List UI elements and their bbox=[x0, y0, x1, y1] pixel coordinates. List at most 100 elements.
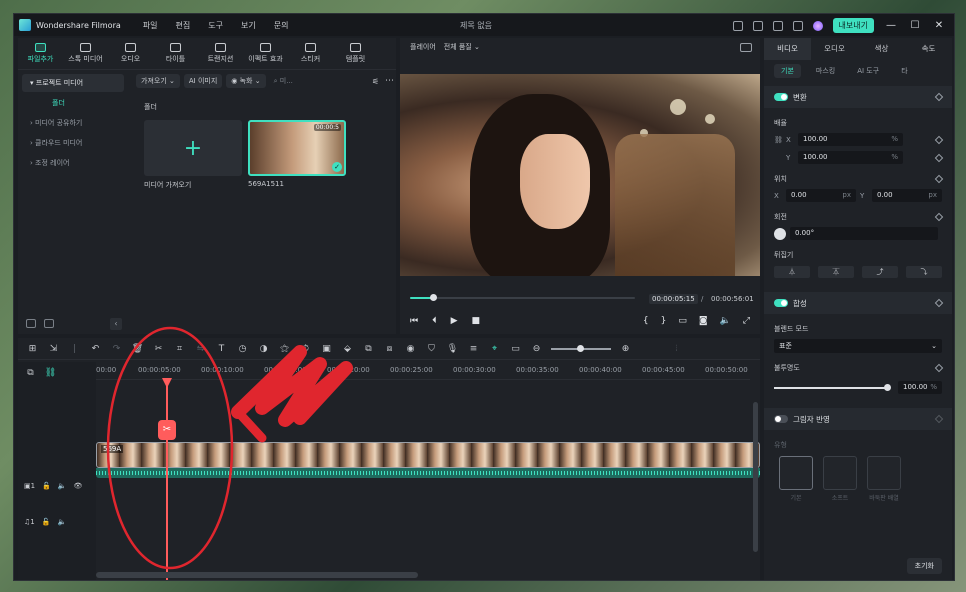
media-clip-card[interactable]: 00:00:5 ✓ 569A1511 bbox=[248, 120, 346, 190]
frame-icon[interactable]: ▣ bbox=[320, 344, 333, 354]
timer-icon[interactable]: ⏱ bbox=[299, 344, 312, 354]
progress-knob[interactable] bbox=[429, 294, 437, 301]
keyframe-icon[interactable] bbox=[934, 298, 944, 308]
zoom-knob[interactable] bbox=[577, 344, 584, 352]
speaker-icon[interactable]: 🔈 bbox=[57, 518, 66, 526]
collapse-sidebar-button[interactable]: ‹ bbox=[110, 318, 122, 330]
display-icon[interactable]: ▭ bbox=[678, 316, 687, 326]
project-title[interactable]: 제목 없음 bbox=[460, 20, 492, 31]
tab-video[interactable]: 비디오 bbox=[764, 38, 811, 60]
stop-icon[interactable]: ■ bbox=[472, 316, 481, 326]
transform-toggle[interactable] bbox=[774, 93, 788, 101]
playback-progress[interactable] bbox=[410, 294, 635, 301]
fullscreen-icon[interactable]: ⤢ bbox=[743, 316, 750, 326]
volume-icon[interactable]: 🔈 bbox=[720, 316, 731, 326]
record-dropdown[interactable]: ◉ 녹화 ⌄ bbox=[226, 74, 266, 88]
undo-icon[interactable]: ↶ bbox=[89, 344, 102, 354]
rotate-left-icon[interactable]: ⤴ bbox=[862, 266, 898, 278]
menu-view[interactable]: 보기 bbox=[241, 20, 256, 31]
tab-stickers[interactable]: 스티커 bbox=[288, 38, 333, 69]
redo-icon[interactable]: ↷ bbox=[110, 344, 123, 354]
ai-tool-icon[interactable]: ⚝ bbox=[278, 344, 291, 354]
shadow-type-basic[interactable]: 기본 bbox=[779, 456, 813, 502]
mic-icon[interactable]: 🎙 bbox=[446, 344, 459, 354]
more-icon[interactable]: ⋯ bbox=[383, 76, 396, 86]
keyframe-icon[interactable] bbox=[934, 174, 944, 184]
playhead[interactable] bbox=[166, 380, 168, 580]
tab-templates[interactable]: 템플릿 bbox=[333, 38, 378, 69]
horizontal-scrollbar[interactable] bbox=[96, 572, 418, 578]
tab-import[interactable]: 파일추가 bbox=[18, 38, 63, 69]
shadow-toggle[interactable] bbox=[774, 415, 788, 423]
filter-icon[interactable]: ⚟ bbox=[372, 77, 379, 86]
sidebar-item-project-media[interactable]: ▾ 프로젝트 미디어 bbox=[22, 74, 124, 92]
sidebar-item-folder[interactable]: 폴더 bbox=[18, 94, 128, 112]
folder-icon[interactable] bbox=[44, 319, 54, 328]
menu-tools[interactable]: 도구 bbox=[208, 20, 223, 31]
avatar[interactable] bbox=[812, 20, 823, 31]
subtab-ai-tools[interactable]: AI 도구 bbox=[850, 64, 886, 78]
keyframe-icon[interactable] bbox=[934, 414, 944, 424]
delete-icon[interactable]: 🗑 bbox=[131, 344, 144, 354]
link-icon[interactable]: ⛓ bbox=[44, 368, 57, 378]
zoom-slider[interactable] bbox=[551, 344, 611, 352]
eye-icon[interactable]: 👁 bbox=[74, 482, 83, 490]
sidebar-item-cloud[interactable]: › 클라우드 미디어 bbox=[22, 134, 124, 152]
menu-edit[interactable]: 편집 bbox=[176, 20, 191, 31]
zoom-out-icon[interactable]: ⊖ bbox=[530, 344, 543, 354]
quality-dropdown[interactable]: 전체 품질 ⌄ bbox=[444, 42, 480, 52]
tab-transitions[interactable]: 트랜지션 bbox=[198, 38, 243, 69]
tab-speed[interactable]: 속도 bbox=[905, 38, 952, 60]
position-y-field[interactable]: 0.00 px bbox=[872, 189, 942, 202]
flip-horizontal-icon[interactable]: ⏃ bbox=[774, 266, 810, 278]
ai-image-button[interactable]: AI 이미지 bbox=[183, 74, 223, 88]
zoom-in-icon[interactable]: ⊕ bbox=[619, 344, 632, 354]
magnet-icon[interactable]: ⌖ bbox=[488, 344, 501, 354]
tab-stock-media[interactable]: 스톡 미디어 bbox=[63, 38, 108, 69]
sidebar-item-adjustment[interactable]: › 조정 레이어 bbox=[22, 154, 124, 172]
speed-icon[interactable]: ◷ bbox=[236, 344, 249, 354]
layout-icon[interactable] bbox=[732, 20, 743, 31]
crop-icon[interactable]: ⌗ bbox=[173, 344, 186, 354]
close-icon[interactable]: ✕ bbox=[932, 20, 946, 31]
add-track-icon[interactable]: ⧉ bbox=[24, 368, 37, 378]
text-tool-icon[interactable]: T bbox=[215, 344, 228, 354]
freeze-icon[interactable]: ⧈ bbox=[383, 344, 396, 354]
maximize-icon[interactable]: ☐ bbox=[908, 20, 922, 31]
menu-file[interactable]: 파일 bbox=[143, 20, 158, 31]
shadow-type-tiled[interactable]: 바둑판 배열 bbox=[867, 456, 901, 502]
clip-audio-waveform[interactable] bbox=[96, 468, 760, 478]
transition-tool-icon[interactable]: ⇋ bbox=[194, 344, 207, 354]
new-folder-icon[interactable] bbox=[26, 319, 36, 328]
render-icon[interactable]: ◉ bbox=[404, 344, 417, 354]
search-input[interactable]: ⌕ 미... bbox=[274, 76, 293, 86]
snapshot-view-icon[interactable] bbox=[740, 43, 752, 52]
shield-icon[interactable]: ⛉ bbox=[425, 344, 438, 354]
playhead-scissors-icon[interactable]: ✂ bbox=[158, 420, 176, 440]
video-preview[interactable] bbox=[400, 74, 760, 276]
import-media-card[interactable]: + 미디어 가져오기 bbox=[144, 120, 242, 190]
rotation-dial[interactable] bbox=[774, 227, 786, 240]
pip-icon[interactable]: ▭ bbox=[509, 344, 522, 354]
scissors-icon[interactable]: ✂ bbox=[152, 344, 165, 354]
save-icon[interactable] bbox=[752, 20, 763, 31]
flip-vertical-icon[interactable]: ⏄ bbox=[818, 266, 854, 278]
import-dropdown[interactable]: 가져오기 ⌄ bbox=[136, 74, 180, 88]
tab-audio[interactable]: 오디오 bbox=[108, 38, 153, 69]
mark-in-icon[interactable]: { bbox=[643, 316, 649, 326]
lock-icon[interactable]: 🔓 bbox=[42, 482, 51, 490]
menu-help[interactable]: 문의 bbox=[274, 20, 289, 31]
select-icon[interactable]: ⇲ bbox=[47, 344, 60, 354]
subtab-basic[interactable]: 기본 bbox=[774, 64, 801, 78]
opacity-field[interactable]: 100.00% bbox=[898, 381, 942, 394]
position-x-field[interactable]: 0.00 px bbox=[786, 189, 856, 202]
grid-icon[interactable]: ⊞ bbox=[26, 344, 39, 354]
columns-icon[interactable]: ⦙ bbox=[670, 344, 683, 354]
clip-tool-icon[interactable]: ⧉ bbox=[362, 344, 375, 354]
prev-frame-icon[interactable]: ⏮ bbox=[410, 316, 418, 326]
keyframe-icon[interactable] bbox=[934, 212, 944, 222]
keyframe-icon[interactable] bbox=[934, 153, 944, 162]
minimize-icon[interactable]: — bbox=[884, 20, 898, 31]
tab-titles[interactable]: 타이틀 bbox=[153, 38, 198, 69]
vertical-scrollbar[interactable] bbox=[753, 402, 758, 552]
